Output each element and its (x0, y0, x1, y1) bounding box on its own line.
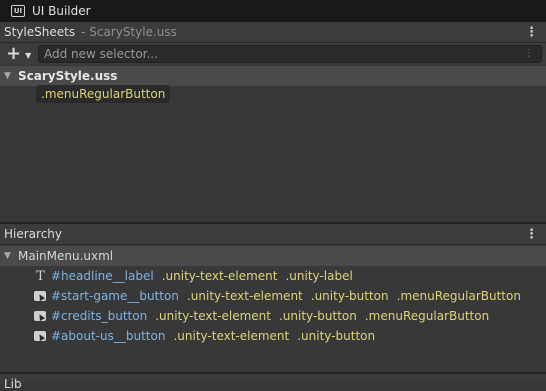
stylesheets-title: StyleSheets (4, 25, 76, 39)
element-name: #headline__label (51, 269, 154, 283)
stylesheets-panel: ▼ ScaryStyle.uss .menuRegularButton (0, 65, 546, 222)
window-titlebar: UI UI Builder (0, 0, 546, 22)
hierarchy-item[interactable]: #about-us__button .unity-text-element .u… (0, 326, 546, 346)
document-name: MainMenu.uxml (18, 249, 114, 263)
foldout-arrow-icon[interactable]: ▼ (4, 71, 16, 81)
document-row[interactable]: ▼ MainMenu.uxml (0, 246, 546, 266)
stylesheets-header: StyleSheets - ScaryStyle.uss ⋮ (0, 22, 546, 43)
foldout-arrow-icon[interactable]: ▼ (4, 251, 16, 261)
library-title: Lib (4, 377, 22, 391)
element-name: #about-us__button (51, 329, 166, 343)
library-header: Lib (0, 374, 546, 391)
stylesheets-menu-icon[interactable]: ⋮ (525, 22, 538, 43)
element-name: #credits_button (51, 309, 148, 323)
input-options-icon[interactable]: ⋮ (524, 46, 534, 62)
hierarchy-title: Hierarchy (4, 227, 63, 241)
ui-builder-icon: UI (11, 5, 25, 17)
element-class: .unity-text-element (161, 269, 278, 283)
stylesheet-name: ScaryStyle.uss (18, 69, 118, 83)
hierarchy-menu-icon[interactable]: ⋮ (525, 224, 538, 245)
element-class: .unity-text-element (155, 309, 271, 323)
add-selector-input[interactable]: Add new selector... ⋮ (38, 45, 542, 63)
hierarchy-item[interactable]: T #headline__label .unity-text-element .… (0, 266, 546, 286)
hierarchy-item[interactable]: #start-game__button .unity-text-element … (0, 286, 546, 306)
text-element-icon: T (36, 268, 45, 284)
element-class: .menuRegularButton (364, 309, 490, 323)
element-class: .menuRegularButton (396, 289, 521, 303)
add-selector-placeholder: Add new selector... (44, 47, 158, 61)
selector-item[interactable]: .menuRegularButton (36, 85, 171, 103)
button-element-icon (34, 331, 47, 342)
element-class: .unity-text-element (173, 329, 290, 343)
plus-icon: + (6, 43, 22, 64)
window-title: UI Builder (32, 4, 91, 18)
stylesheets-toolbar: + ▼ Add new selector... ⋮ (0, 43, 546, 65)
stylesheets-subtitle: - ScaryStyle.uss (81, 25, 177, 39)
chevron-down-icon: ▼ (25, 50, 32, 60)
hierarchy-item[interactable]: #credits_button .unity-text-element .uni… (0, 306, 546, 326)
stylesheet-row[interactable]: ▼ ScaryStyle.uss (0, 66, 546, 86)
button-element-icon (34, 291, 47, 302)
element-class: .unity-button (278, 309, 357, 323)
element-name: #start-game__button (51, 289, 179, 303)
hierarchy-header: Hierarchy ⋮ (0, 224, 546, 245)
add-stylesheet-button[interactable]: + ▼ (0, 43, 36, 65)
element-class: .unity-button (310, 289, 389, 303)
button-element-icon (34, 311, 47, 322)
element-class: .unity-button (297, 329, 376, 343)
element-class: .unity-label (285, 269, 353, 283)
element-class: .unity-text-element (186, 289, 303, 303)
